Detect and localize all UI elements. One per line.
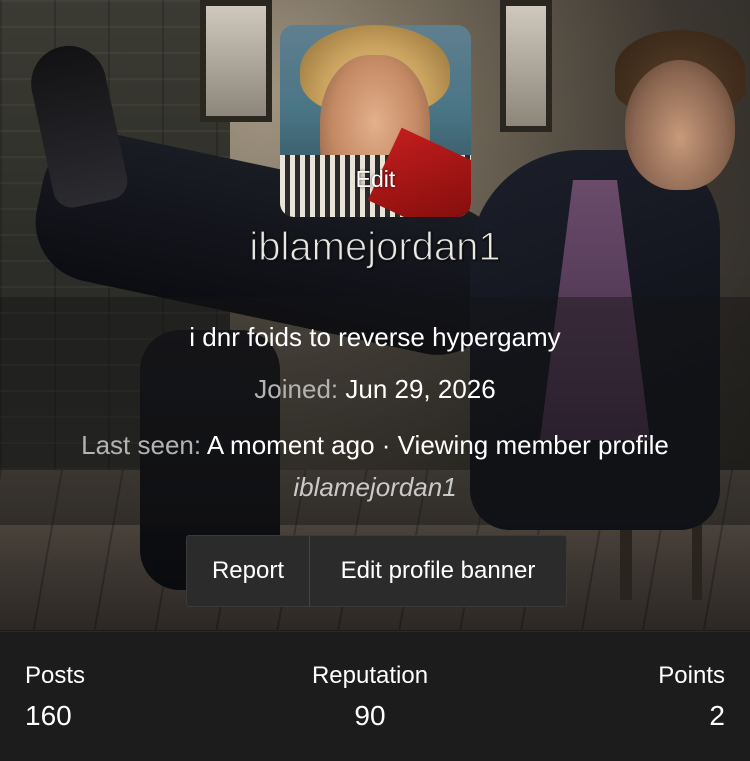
banner-figure-head: [625, 60, 735, 190]
stat-label: Posts: [25, 662, 86, 689]
stat-value: 2: [709, 700, 725, 731]
stat-value: 160: [25, 700, 72, 731]
joined-line: Joined: Jun 29, 2026: [0, 374, 750, 405]
report-button[interactable]: Report: [187, 536, 309, 606]
about-text: i dnr foids to reverse hypergamy: [189, 322, 561, 352]
stat-value: 90: [354, 700, 386, 731]
stat-label: Points: [658, 662, 725, 689]
username: iblamejordan1: [249, 224, 501, 269]
last-seen-label: Last seen:: [81, 430, 202, 460]
banner-window: [500, 0, 552, 132]
last-seen-value: A moment ago · Viewing member profile: [206, 430, 669, 460]
avatar-edit-link[interactable]: Edit: [280, 166, 471, 193]
profile-actions: Report Edit profile banner: [186, 535, 567, 607]
avatar[interactable]: Edit: [280, 25, 471, 217]
joined-date: Jun 29, 2026: [345, 374, 496, 404]
profile-page: Edit iblamejordan1 i dnr foids to revers…: [0, 0, 750, 761]
stat-posts[interactable]: Posts 160: [25, 662, 85, 732]
banner-window: [200, 0, 272, 122]
stat-label: Reputation: [311, 662, 429, 689]
edit-profile-banner-button[interactable]: Edit profile banner: [309, 536, 566, 606]
last-seen-target-link[interactable]: iblamejordan1: [293, 472, 456, 502]
joined-label: Joined:: [254, 374, 339, 404]
profile-stats: Posts 160 Reputation 90 Points 2: [0, 631, 750, 761]
last-seen-line: Last seen: A moment ago · Viewing member…: [70, 424, 680, 508]
stat-points[interactable]: Points 2: [658, 662, 725, 732]
stat-reputation[interactable]: Reputation 90: [270, 662, 470, 732]
